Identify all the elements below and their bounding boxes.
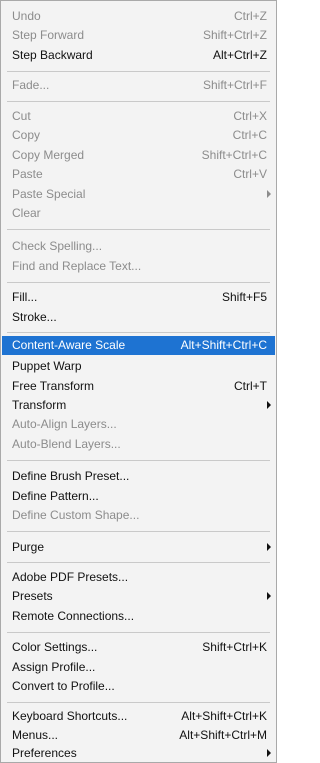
edit-menu: Undo Ctrl+Z Step Forward Shift+Ctrl+Z Step… xyxy=(0,0,277,763)
menu-item-define-custom-shape[interactable]: Define Custom Shape... xyxy=(2,506,275,525)
menu-item-fade[interactable]: Fade... Shift+Ctrl+F xyxy=(2,76,275,95)
menu-item-shortcut: Alt+Shift+Ctrl+M xyxy=(179,728,267,742)
menu-item-cut[interactable]: Cut Ctrl+X xyxy=(2,107,275,126)
menu-item-free-transform[interactable]: Free Transform Ctrl+T xyxy=(2,377,275,396)
menu-item-assign-profile[interactable]: Assign Profile... xyxy=(2,658,275,677)
menu-item-clear[interactable]: Clear xyxy=(2,204,275,223)
menu-item-paste[interactable]: Paste Ctrl+V xyxy=(2,165,275,184)
menu-separator xyxy=(7,332,270,333)
menu-separator xyxy=(7,282,270,283)
menu-item-label: Assign Profile... xyxy=(12,660,96,674)
menu-separator xyxy=(7,531,270,532)
menu-item-auto-align-layers[interactable]: Auto-Align Layers... xyxy=(2,415,275,434)
menu-item-label: Paste xyxy=(12,167,43,181)
menu-item-transform[interactable]: Transform xyxy=(2,396,275,415)
menu-item-shortcut: Shift+F5 xyxy=(221,290,267,304)
menu-item-label: Color Settings... xyxy=(12,640,98,654)
menu-separator xyxy=(7,632,270,633)
menu-item-shortcut: Shift+Ctrl+K xyxy=(202,640,267,654)
menu-item-label: Purge xyxy=(12,540,45,554)
menu-item-shortcut: Shift+Ctrl+Z xyxy=(202,28,267,42)
menu-item-preferences[interactable]: Preferences xyxy=(2,744,275,763)
menu-separator xyxy=(7,101,270,102)
menu-item-stroke[interactable]: Stroke... xyxy=(2,308,275,327)
menu-item-label: Keyboard Shortcuts... xyxy=(12,709,128,723)
menu-item-label: Copy xyxy=(12,128,41,142)
menu-separator xyxy=(7,71,270,72)
menu-item-label: Auto-Align Layers... xyxy=(12,417,117,431)
menu-item-shortcut: Ctrl+V xyxy=(233,167,267,181)
menu-item-label: Auto-Blend Layers... xyxy=(12,437,121,451)
menu-item-paste-special[interactable]: Paste Special xyxy=(2,185,275,204)
menu-separator xyxy=(7,702,270,703)
menu-item-label: Paste Special xyxy=(12,187,86,201)
menu-item-label: Fill... xyxy=(12,290,38,304)
menu-separator xyxy=(7,562,270,563)
menu-item-copy[interactable]: Copy Ctrl+C xyxy=(2,126,275,145)
menu-item-label: Check Spelling... xyxy=(12,239,103,253)
menu-item-label: Step Forward xyxy=(12,28,85,42)
menu-item-label: Transform xyxy=(12,398,67,412)
menu-item-copy-merged[interactable]: Copy Merged Shift+Ctrl+C xyxy=(2,146,275,165)
menu-item-label: Menus... xyxy=(12,728,59,742)
menu-item-remote-connections[interactable]: Remote Connections... xyxy=(2,607,275,626)
menu-item-check-spelling[interactable]: Check Spelling... xyxy=(2,237,275,256)
menu-item-label: Fade... xyxy=(12,78,50,92)
menu-item-label: Define Brush Preset... xyxy=(12,469,130,483)
menu-separator xyxy=(7,229,270,230)
submenu-arrow-icon xyxy=(267,592,271,600)
menu-item-menus[interactable]: Menus... Alt+Shift+Ctrl+M xyxy=(2,726,275,745)
menu-item-fill[interactable]: Fill... Shift+F5 xyxy=(2,288,275,307)
submenu-arrow-icon xyxy=(267,190,271,198)
menu-item-adobe-pdf-presets[interactable]: Adobe PDF Presets... xyxy=(2,568,275,587)
menu-separator xyxy=(7,460,270,461)
submenu-arrow-icon xyxy=(267,543,271,551)
menu-item-purge[interactable]: Purge xyxy=(2,538,275,557)
menu-item-find-replace[interactable]: Find and Replace Text... xyxy=(2,257,275,276)
menu-item-shortcut: Ctrl+X xyxy=(233,109,267,123)
menu-item-content-aware-scale[interactable]: Content-Aware Scale Alt+Shift+Ctrl+C xyxy=(2,336,275,355)
menu-item-step-backward[interactable]: Step Backward Alt+Ctrl+Z xyxy=(2,46,275,65)
menu-item-undo[interactable]: Undo Ctrl+Z xyxy=(2,7,275,26)
menu-item-puppet-warp[interactable]: Puppet Warp xyxy=(2,357,275,376)
menu-item-label: Define Custom Shape... xyxy=(12,508,140,522)
menu-item-label: Preferences xyxy=(12,746,77,760)
submenu-arrow-icon xyxy=(267,401,271,409)
menu-item-auto-blend-layers[interactable]: Auto-Blend Layers... xyxy=(2,435,275,454)
menu-item-label: Presets xyxy=(12,589,53,603)
menu-item-shortcut: Ctrl+T xyxy=(234,379,267,393)
menu-item-color-settings[interactable]: Color Settings... Shift+Ctrl+K xyxy=(2,638,275,657)
menu-item-convert-to-profile[interactable]: Convert to Profile... xyxy=(2,677,275,696)
menu-item-shortcut: Shift+Ctrl+C xyxy=(201,148,267,162)
menu-item-shortcut: Ctrl+C xyxy=(232,128,267,142)
menu-item-label: Define Pattern... xyxy=(12,489,99,503)
menu-item-label: Undo xyxy=(12,9,41,23)
menu-item-shortcut: Ctrl+Z xyxy=(234,9,267,23)
menu-item-label: Step Backward xyxy=(12,48,93,62)
menu-item-label: Remote Connections... xyxy=(12,609,135,623)
menu-item-define-brush-preset[interactable]: Define Brush Preset... xyxy=(2,467,275,486)
menu-item-label: Stroke... xyxy=(12,310,57,324)
submenu-arrow-icon xyxy=(267,749,271,757)
menu-item-shortcut: Shift+Ctrl+F xyxy=(202,78,267,92)
menu-item-label: Adobe PDF Presets... xyxy=(12,570,129,584)
menu-item-label: Copy Merged xyxy=(12,148,85,162)
menu-item-define-pattern[interactable]: Define Pattern... xyxy=(2,487,275,506)
menu-item-shortcut: Alt+Shift+Ctrl+C xyxy=(180,338,267,352)
menu-item-label: Content-Aware Scale xyxy=(12,338,126,352)
menu-item-presets[interactable]: Presets xyxy=(2,587,275,606)
menu-item-shortcut: Alt+Shift+Ctrl+K xyxy=(181,709,267,723)
menu-item-label: Free Transform xyxy=(12,379,95,393)
menu-item-label: Puppet Warp xyxy=(12,359,82,373)
menu-item-step-forward[interactable]: Step Forward Shift+Ctrl+Z xyxy=(2,26,275,45)
menu-item-label: Find and Replace Text... xyxy=(12,259,142,273)
menu-item-label: Convert to Profile... xyxy=(12,679,115,693)
menu-item-label: Cut xyxy=(12,109,31,123)
menu-item-keyboard-shortcuts[interactable]: Keyboard Shortcuts... Alt+Shift+Ctrl+K xyxy=(2,707,275,726)
menu-item-shortcut: Alt+Ctrl+Z xyxy=(212,48,267,62)
menu-item-label: Clear xyxy=(12,206,41,220)
